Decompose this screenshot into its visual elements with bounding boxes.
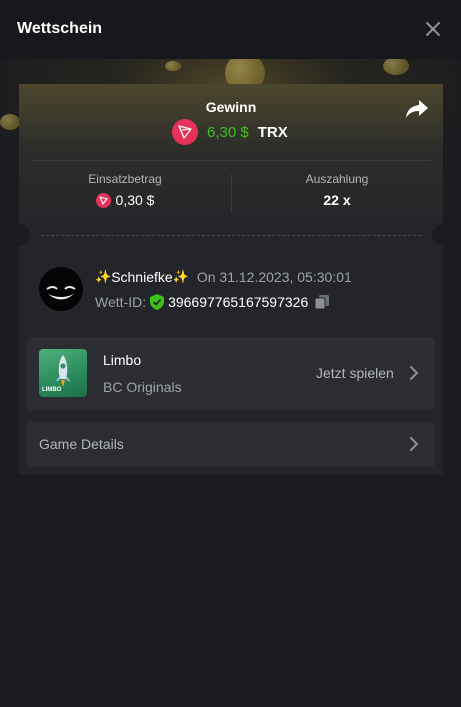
sparkle-icon: ✨ bbox=[95, 269, 112, 284]
bet-date: On 31.12.2023, 05:30:01 bbox=[196, 269, 352, 285]
copy-icon[interactable] bbox=[314, 294, 330, 310]
game-thumb-label: LIMBO bbox=[42, 387, 62, 393]
dashed-separator bbox=[41, 235, 421, 236]
payout-label: Auszahlung bbox=[305, 172, 369, 186]
sparkle-icon: ✨ bbox=[172, 269, 189, 284]
stake-label: Einsatzbetrag bbox=[88, 172, 162, 186]
game-details-button[interactable]: Game Details bbox=[27, 422, 435, 467]
user-line: ✨ Schniefke ✨ On 31.12.2023, 05:30:01 bbox=[95, 269, 352, 285]
trx-coin-icon bbox=[95, 192, 111, 208]
stake-value: 0,30 $ bbox=[115, 192, 155, 208]
username[interactable]: Schniefke bbox=[111, 269, 172, 285]
play-now-button[interactable]: Jetzt spielen bbox=[316, 365, 394, 381]
verified-shield-icon bbox=[150, 294, 165, 310]
bet-id: 396697765167597326 bbox=[168, 294, 309, 310]
bet-slip-card: Gewinn 6,30 $ TRX Einsatzbetrag 0,30 $ A… bbox=[8, 84, 454, 474]
page-title: Wettschein bbox=[17, 20, 103, 37]
game-row[interactable]: LIMBO Limbo BC Originals Jetzt spielen bbox=[27, 337, 435, 410]
ticket-notch-right bbox=[432, 224, 454, 246]
game-thumbnail: LIMBO bbox=[39, 349, 87, 397]
bet-id-line: Wett-ID: 396697765167597326 bbox=[95, 294, 330, 310]
game-name: Limbo bbox=[103, 352, 142, 368]
game-provider: BC Originals bbox=[103, 379, 182, 395]
avatar[interactable] bbox=[39, 267, 83, 311]
game-details-label: Game Details bbox=[39, 436, 124, 452]
bet-id-label: Wett-ID: bbox=[95, 294, 147, 310]
stake-column: Einsatzbetrag 0,30 $ bbox=[19, 172, 231, 208]
win-amount-row: 6,30 $ TRX bbox=[172, 119, 288, 145]
win-label: Gewinn bbox=[205, 99, 257, 115]
chevron-right-icon bbox=[410, 437, 419, 451]
close-icon[interactable] bbox=[424, 20, 442, 38]
win-amount: 6,30 $ bbox=[207, 123, 249, 141]
divider bbox=[31, 160, 431, 161]
win-currency: TRX bbox=[257, 123, 288, 141]
payout-column: Auszahlung 22 x bbox=[231, 172, 443, 208]
ticket-notch-left bbox=[8, 224, 30, 246]
payout-value: 22 x bbox=[323, 192, 351, 208]
stake-value-row: 0,30 $ bbox=[19, 192, 231, 208]
chevron-right-icon bbox=[410, 366, 419, 380]
trx-coin-icon bbox=[172, 119, 198, 145]
header: Wettschein bbox=[0, 0, 461, 59]
share-icon[interactable] bbox=[405, 98, 429, 120]
